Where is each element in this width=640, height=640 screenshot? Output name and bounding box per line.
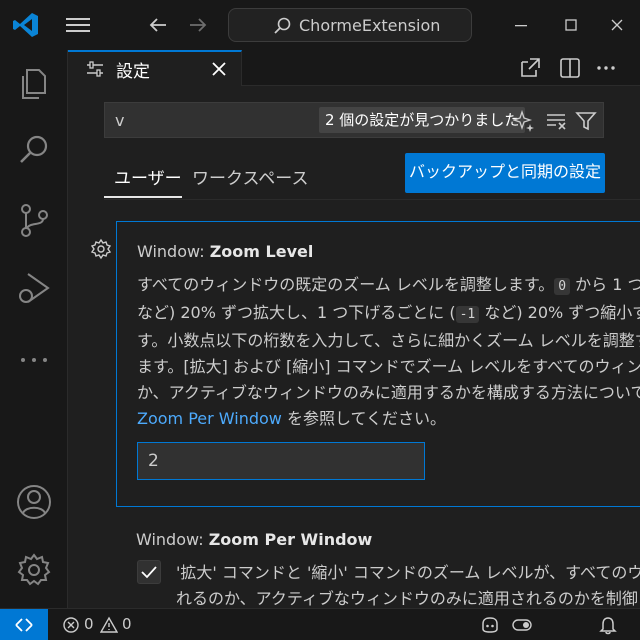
zoom-level-input[interactable] xyxy=(137,442,425,480)
split-editor-icon[interactable] xyxy=(558,56,582,80)
title-bar: ChormeExtension xyxy=(0,0,640,50)
bell-icon[interactable] xyxy=(598,615,618,635)
manage-gear-icon[interactable] xyxy=(14,550,54,590)
vscode-logo-icon[interactable] xyxy=(12,11,40,39)
more-views-icon[interactable] xyxy=(14,340,54,380)
tab-settings-label: 設定 xyxy=(116,62,150,82)
setting-zoom-level[interactable]: Window: Zoom Level すべてのウィンドウの既定のズーム レベルを… xyxy=(116,221,640,507)
hamburger-menu-icon[interactable] xyxy=(66,15,90,35)
setting-description: すべてのウィンドウの既定のズーム レベルを調整します。0 から 1 つ上げるごと… xyxy=(137,275,640,428)
tab-user[interactable]: ユーザー xyxy=(114,164,182,189)
settings-search-input[interactable]: v 2 個の設定が見つかりました xyxy=(104,102,604,138)
settings-search-value: v xyxy=(115,111,125,130)
account-icon[interactable] xyxy=(14,482,54,522)
remote-indicator[interactable] xyxy=(0,609,48,640)
remote-icon xyxy=(15,618,33,632)
more-actions-icon[interactable] xyxy=(594,56,618,80)
arrow-left-icon[interactable] xyxy=(146,13,170,37)
warning-icon[interactable] xyxy=(100,616,118,634)
toggle-icon[interactable] xyxy=(512,615,532,635)
setting-title: Window: Zoom Level xyxy=(137,242,314,261)
search-view-icon[interactable] xyxy=(14,130,54,170)
minimize-icon[interactable] xyxy=(510,14,532,36)
copilot-icon[interactable] xyxy=(480,615,500,635)
source-control-icon[interactable] xyxy=(14,200,54,240)
filter-icon[interactable] xyxy=(575,110,597,132)
explorer-icon[interactable] xyxy=(14,64,54,104)
tab-workspace[interactable]: ワークスペース xyxy=(192,164,308,189)
error-icon[interactable] xyxy=(62,616,80,634)
open-settings-json-icon[interactable] xyxy=(518,56,542,80)
result-count-badge: 2 個の設定が見つかりました xyxy=(319,107,526,133)
settings-sliders-icon xyxy=(87,61,103,77)
error-count[interactable]: 0 xyxy=(84,615,94,633)
settings-editor: v 2 個の設定が見つかりました ユーザー ワークスペース バックアップと同期の… xyxy=(68,86,640,608)
setting-description-zoom-per-window: '拡大' コマンドと '縮小' コマンドのズーム レベルが、すべてのウィンドウに… xyxy=(176,563,640,608)
active-tab-indicator xyxy=(104,196,182,198)
warning-count[interactable]: 0 xyxy=(122,615,132,633)
close-window-icon[interactable] xyxy=(606,14,628,36)
command-center-label: ChormeExtension xyxy=(299,16,441,35)
zoom-per-window-link[interactable]: Zoom Per Window xyxy=(137,409,282,428)
maximize-icon[interactable] xyxy=(560,14,582,36)
activity-bar xyxy=(0,50,68,608)
run-debug-icon[interactable] xyxy=(14,268,54,308)
setting-gear-icon[interactable] xyxy=(90,238,112,260)
search-icon xyxy=(274,17,291,34)
command-center-search[interactable]: ChormeExtension xyxy=(228,8,472,42)
scope-divider xyxy=(104,199,640,200)
backup-sync-button[interactable]: バックアップと同期の設定 xyxy=(405,153,605,193)
setting-title-zoom-per-window: Window: Zoom Per Window xyxy=(136,530,373,549)
editor-tab-strip: 設定 xyxy=(68,50,640,86)
tab-settings[interactable]: 設定 xyxy=(68,50,242,86)
close-tab-icon[interactable] xyxy=(210,60,228,78)
status-bar: 0 0 xyxy=(0,608,640,640)
clear-filter-icon[interactable] xyxy=(545,110,567,132)
zoom-per-window-checkbox[interactable] xyxy=(137,560,161,584)
sparkle-icon[interactable] xyxy=(513,110,535,132)
arrow-right-icon[interactable] xyxy=(186,13,210,37)
check-icon xyxy=(141,566,157,579)
